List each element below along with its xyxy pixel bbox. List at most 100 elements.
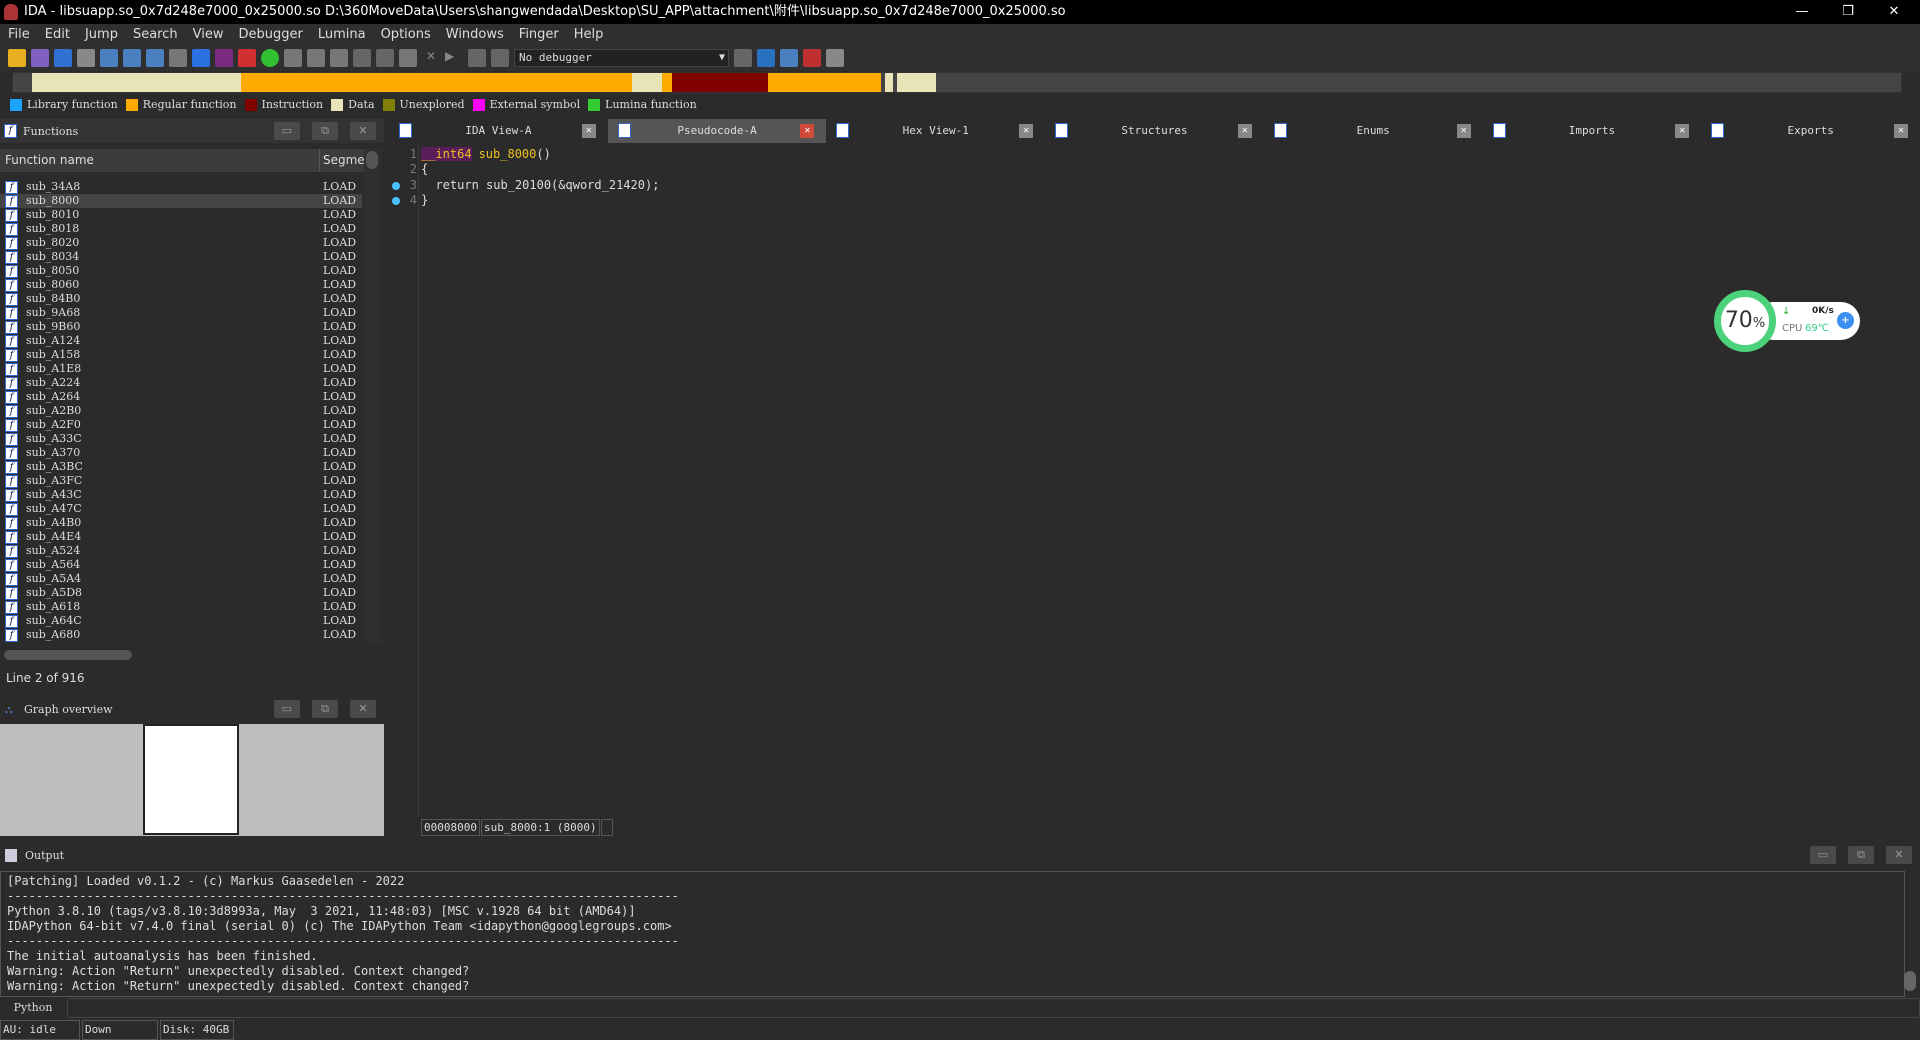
- tab-close-button[interactable]: ✕: [1237, 124, 1252, 138]
- menu-file[interactable]: File: [8, 24, 30, 45]
- graph-viewport[interactable]: [143, 724, 239, 835]
- menu-edit[interactable]: Edit: [45, 24, 70, 45]
- graph-icon[interactable]: [734, 49, 752, 67]
- function-row[interactable]: f sub_A5D8 LOAD: [0, 586, 362, 600]
- plugin-icon[interactable]: [826, 49, 844, 67]
- cli-language-button[interactable]: Python: [0, 998, 66, 1018]
- function-row[interactable]: f sub_A224 LOAD: [0, 376, 362, 390]
- panel-maximize-button[interactable]: ▭: [274, 700, 300, 718]
- tab-close-button[interactable]: ✕: [1019, 124, 1034, 138]
- function-row[interactable]: f sub_A2B0 LOAD: [0, 404, 362, 418]
- panel-float-button[interactable]: ⧉: [312, 700, 338, 718]
- tab-pseudocode-a[interactable]: Pseudocode-A ✕: [607, 119, 827, 143]
- function-row[interactable]: f sub_8050 LOAD: [0, 264, 362, 278]
- tab-close-button[interactable]: ✕: [1456, 124, 1471, 138]
- function-row[interactable]: f sub_A564 LOAD: [0, 558, 362, 572]
- menu-search[interactable]: Search: [133, 24, 178, 45]
- panel-float-button[interactable]: ⧉: [312, 122, 338, 140]
- restore-button[interactable]: ❐: [1826, 0, 1870, 24]
- pseudocode-view[interactable]: 1 __int64 sub_8000() 2{3 return sub_20100(&…: [389, 143, 1920, 817]
- tab-close-button[interactable]: ✕: [800, 124, 815, 138]
- output-scrollbar[interactable]: [1904, 971, 1916, 991]
- jump-icon[interactable]: [192, 49, 210, 67]
- horizontal-scrollbar[interactable]: [4, 650, 132, 660]
- delete-icon[interactable]: ✕: [422, 49, 440, 67]
- plus-icon[interactable]: +: [1837, 312, 1854, 329]
- function-row[interactable]: f sub_A5A4 LOAD: [0, 572, 362, 586]
- function-row[interactable]: f sub_8020 LOAD: [0, 236, 362, 250]
- col-function-name[interactable]: Function name: [5, 149, 94, 172]
- menu-lumina[interactable]: Lumina: [318, 24, 366, 45]
- play-icon[interactable]: ▶: [445, 49, 463, 67]
- open-icon[interactable]: [8, 49, 26, 67]
- tab-close-button[interactable]: ✕: [1894, 124, 1909, 138]
- tab-exports[interactable]: Exports ✕: [1701, 119, 1920, 143]
- undefine-icon[interactable]: [376, 49, 394, 67]
- graph-overview-canvas[interactable]: [0, 724, 384, 836]
- menu-help[interactable]: Help: [574, 24, 604, 45]
- tab-imports[interactable]: Imports ✕: [1483, 119, 1702, 143]
- code-icon[interactable]: [284, 49, 302, 67]
- tab-enums[interactable]: Enums ✕: [1264, 119, 1483, 143]
- function-row[interactable]: f sub_A4B0 LOAD: [0, 516, 362, 530]
- pause-icon[interactable]: [468, 49, 486, 67]
- function-row[interactable]: f sub_A33C LOAD: [0, 432, 362, 446]
- save-icon[interactable]: [31, 49, 49, 67]
- tab-ida-view-a[interactable]: IDA View-A ✕: [389, 119, 608, 143]
- panel-close-button[interactable]: ✕: [350, 700, 376, 718]
- function-row[interactable]: f sub_8034 LOAD: [0, 250, 362, 264]
- search-icon[interactable]: [169, 49, 187, 67]
- navigation-band[interactable]: [12, 72, 1902, 93]
- function-row[interactable]: f sub_8000 LOAD: [0, 194, 362, 208]
- tab-hex-view-1[interactable]: Hex View-1 ✕: [826, 119, 1045, 143]
- panel-maximize-button[interactable]: ▭: [274, 122, 300, 140]
- tab-structures[interactable]: Structures ✕: [1045, 119, 1264, 143]
- panel-close-button[interactable]: ✕: [350, 122, 376, 140]
- panel-maximize-button[interactable]: ▭: [1810, 846, 1836, 864]
- function-row[interactable]: f sub_9A68 LOAD: [0, 306, 362, 320]
- function-row[interactable]: f sub_8010 LOAD: [0, 208, 362, 222]
- menu-view[interactable]: View: [193, 24, 224, 45]
- col-segment[interactable]: Segme: [319, 149, 365, 172]
- tab-close-button[interactable]: ✕: [1675, 124, 1690, 138]
- menu-finger[interactable]: Finger: [519, 24, 559, 45]
- new-text-icon[interactable]: [123, 49, 141, 67]
- breakpoint-dot-icon[interactable]: [392, 181, 400, 190]
- back-icon[interactable]: [54, 49, 72, 67]
- edit-icon[interactable]: [399, 49, 417, 67]
- function-row[interactable]: f sub_A264 LOAD: [0, 390, 362, 404]
- function-row[interactable]: f sub_8018 LOAD: [0, 222, 362, 236]
- pseudocode-icon[interactable]: [757, 49, 775, 67]
- function-row[interactable]: f sub_A370 LOAD: [0, 446, 362, 460]
- function-row[interactable]: f sub_A680 LOAD: [0, 628, 362, 642]
- debugger-select[interactable]: No debugger: [514, 49, 729, 67]
- vertical-scrollbar[interactable]: [364, 149, 381, 643]
- analyze-icon[interactable]: [238, 49, 256, 67]
- function-row[interactable]: f sub_A47C LOAD: [0, 502, 362, 516]
- function-row[interactable]: f sub_A124 LOAD: [0, 334, 362, 348]
- stop-icon[interactable]: [491, 49, 509, 67]
- function-row[interactable]: f sub_A618 LOAD: [0, 600, 362, 614]
- function-row[interactable]: f sub_A2F0 LOAD: [0, 418, 362, 432]
- function-row[interactable]: f sub_8060 LOAD: [0, 278, 362, 292]
- function-row[interactable]: f sub_9B60 LOAD: [0, 320, 362, 334]
- string-icon[interactable]: [215, 49, 233, 67]
- panel-float-button[interactable]: ⧉: [1848, 846, 1874, 864]
- menu-windows[interactable]: Windows: [446, 24, 504, 45]
- menu-options[interactable]: Options: [381, 24, 431, 45]
- run-script-icon[interactable]: [261, 49, 279, 67]
- ascii-icon[interactable]: [330, 49, 348, 67]
- breakpoint-icon[interactable]: [803, 49, 821, 67]
- menu-debugger[interactable]: Debugger: [238, 24, 302, 45]
- panel-close-button[interactable]: ✕: [1886, 846, 1912, 864]
- function-row[interactable]: f sub_A43C LOAD: [0, 488, 362, 502]
- forward-icon[interactable]: [77, 49, 95, 67]
- new-hex-icon[interactable]: [146, 49, 164, 67]
- list-icon[interactable]: [780, 49, 798, 67]
- function-row[interactable]: f sub_A4E4 LOAD: [0, 530, 362, 544]
- minimize-button[interactable]: —: [1780, 0, 1824, 24]
- function-row[interactable]: f sub_A158 LOAD: [0, 348, 362, 362]
- close-button[interactable]: ✕: [1872, 0, 1916, 24]
- new-disasm-icon[interactable]: [100, 49, 118, 67]
- function-row[interactable]: f sub_A1E8 LOAD: [0, 362, 362, 376]
